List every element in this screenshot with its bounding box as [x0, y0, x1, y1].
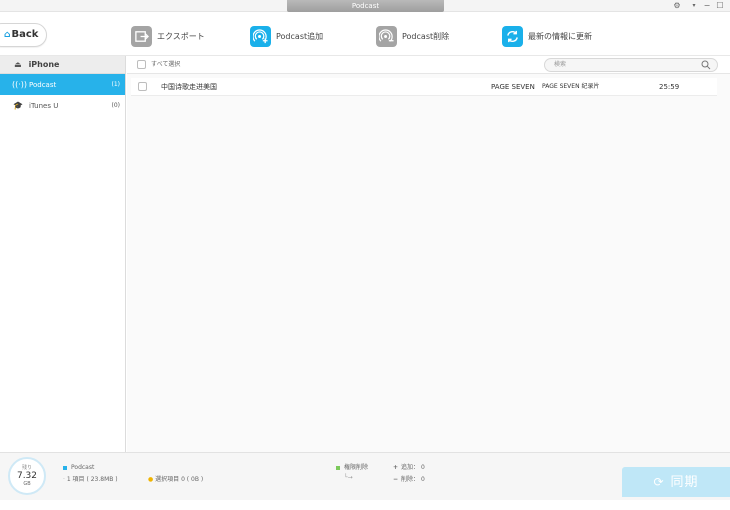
add-podcast-label: Podcast追加: [276, 31, 324, 41]
add-podcast-button[interactable]: Podcast追加: [250, 24, 323, 48]
search-icon[interactable]: [701, 60, 711, 70]
delete-count: − 削除： 0: [393, 476, 425, 483]
sync-label: 同期: [670, 475, 699, 490]
row-artist: PAGE SEVEN: [491, 83, 535, 91]
refresh-button[interactable]: 最新の情報に更新: [502, 24, 592, 48]
sidebar-item-podcast[interactable]: ((·)) Podcast (1): [0, 74, 125, 95]
select-all-checkbox[interactable]: [137, 60, 146, 69]
storage-gauge: 残り 7.32 GB: [8, 457, 46, 495]
home-icon: ⌂: [4, 30, 11, 40]
window-title: Podcast: [287, 0, 444, 12]
selected-summary: ● 選択項目 0 ( 0B ): [148, 476, 204, 483]
podcast-icon: ((·)): [12, 80, 28, 89]
list-header: すべて選択 検索: [127, 56, 730, 74]
table-row[interactable]: 中国诗歌走进美国 PAGE SEVEN PAGE SEVEN 纪录片 25:59: [131, 78, 717, 96]
gear-icon[interactable]: ⚙: [671, 0, 683, 12]
category-indicator: Podcast: [63, 464, 94, 472]
legend-label: 権限削除: [344, 464, 369, 471]
sync-button[interactable]: ⟳ 同期: [622, 467, 730, 497]
export-label: エクスポート: [157, 31, 205, 41]
minimize-button[interactable]: −: [701, 0, 713, 12]
podcast-list-panel: すべて選択 検索 中国诗歌走进美国 PAGE SEVEN PAGE SEVEN …: [127, 56, 730, 452]
eject-icon[interactable]: ⏏: [14, 60, 22, 69]
select-all-label[interactable]: すべて選択: [151, 56, 180, 74]
add-info: 追加： 0: [401, 464, 425, 471]
status-footer: 残り 7.32 GB Podcast · 1 項目 ( 23.8MB ) ● 選…: [0, 452, 730, 500]
export-button[interactable]: エクスポート: [131, 24, 205, 48]
branch-arrow-icon: └→: [344, 474, 353, 481]
items-info: 1 項目 ( 23.8MB ): [66, 476, 118, 483]
itunes-u-icon: 🎓: [13, 101, 23, 110]
refresh-label: 最新の情報に更新: [528, 31, 592, 41]
category-label: Podcast: [71, 464, 95, 471]
selected-info: 選択項目 0 ( 0B ): [155, 476, 204, 483]
row-title: 中国诗歌走进美国: [161, 83, 217, 91]
refresh-icon: [502, 25, 523, 47]
sidebar-item-label: iTunes U: [29, 102, 59, 110]
toolbar: ⌂Back エクスポート Podcast追加 Podcast削除 最新の情報に更…: [0, 12, 730, 56]
podcast-add-icon: [250, 25, 271, 47]
sidebar-item-count: (0): [111, 102, 121, 109]
podcast-delete-icon: [376, 25, 397, 47]
legend-dot: [336, 465, 340, 470]
row-checkbox[interactable]: [138, 82, 147, 91]
delete-podcast-label: Podcast削除: [402, 31, 450, 41]
add-count: + 追加： 0: [393, 464, 425, 471]
delete-info: 削除： 0: [401, 476, 425, 483]
title-bar: Podcast ⚙ ▾ − ☐: [0, 0, 730, 12]
search-input[interactable]: 検索: [544, 58, 718, 72]
sidebar-item-label: Podcast: [29, 81, 57, 89]
legend-item: 権限削除: [336, 464, 368, 472]
sidebar-item-count: (1): [111, 81, 121, 88]
back-button[interactable]: ⌂Back: [0, 23, 47, 47]
items-summary: · 1 項目 ( 23.8MB ): [63, 476, 118, 483]
row-album: PAGE SEVEN 纪录片: [542, 83, 600, 90]
search-placeholder: 検索: [554, 61, 567, 68]
export-icon: [131, 25, 152, 47]
sync-icon: ⟳: [653, 475, 665, 489]
row-duration: 25:59: [659, 83, 680, 91]
sidebar-item-itunes-u[interactable]: 🎓 iTunes U (0): [0, 95, 125, 116]
device-header[interactable]: ⏏ iPhone: [0, 56, 125, 74]
maximize-button[interactable]: ☐: [714, 0, 726, 12]
back-label: Back: [11, 29, 39, 40]
device-name: iPhone: [28, 60, 60, 69]
category-dot: [63, 465, 67, 470]
storage-value: 7.32: [16, 471, 38, 481]
storage-unit: GB: [23, 481, 31, 487]
sidebar: ⏏ iPhone ((·)) Podcast (1) 🎓 iTunes U (0): [0, 56, 126, 452]
delete-podcast-button[interactable]: Podcast削除: [376, 24, 449, 48]
dropdown-caret-icon[interactable]: ▾: [688, 0, 700, 12]
